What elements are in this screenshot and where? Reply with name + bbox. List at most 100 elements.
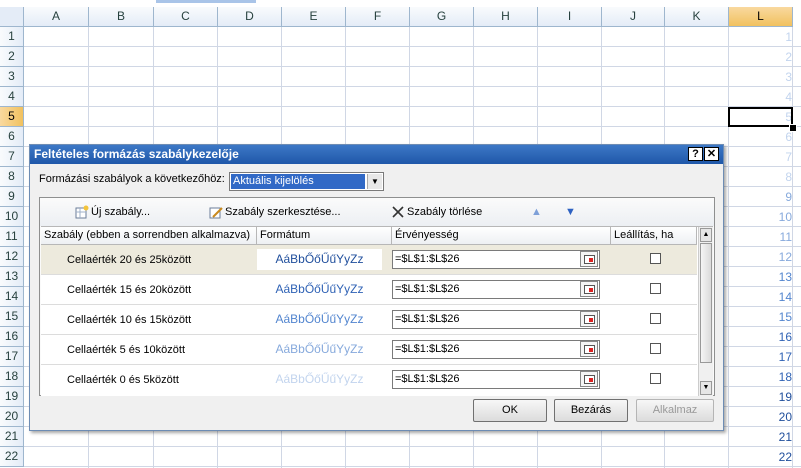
row-header-15[interactable]: 15 [0, 307, 24, 327]
column-header-c[interactable]: C [154, 7, 218, 27]
column-header-h[interactable]: H [474, 7, 538, 27]
stop-if-true-checkbox[interactable] [650, 313, 661, 324]
rules-scrollbar[interactable]: ▲ ▼ [698, 227, 713, 396]
header-rule[interactable]: Szabály (ebben a sorrendben alkalmazva) [41, 227, 257, 244]
cell-l15[interactable]: 15 [729, 307, 792, 327]
row-header-2[interactable]: 2 [0, 47, 24, 67]
row-header-5[interactable]: 5 [0, 107, 24, 127]
cell-l4[interactable]: 4 [729, 87, 792, 107]
applies-to-input[interactable]: =$L$1:$L$26 [392, 340, 600, 359]
column-header-a[interactable]: A [24, 7, 89, 27]
table-row[interactable]: Cellaérték 20 és 25között AáBbŐőŰűYyZz =… [41, 245, 697, 275]
column-header-i[interactable]: I [538, 7, 602, 27]
cell-l7[interactable]: 7 [729, 147, 792, 167]
cell-l21[interactable]: 21 [729, 427, 792, 447]
delete-rule-button[interactable]: Szabály törlése [391, 205, 482, 219]
row-header-19[interactable]: 19 [0, 387, 24, 407]
row-header-8[interactable]: 8 [0, 167, 24, 187]
header-applies-to[interactable]: Érvényesség [392, 227, 611, 244]
row-header-14[interactable]: 14 [0, 287, 24, 307]
active-cell[interactable] [728, 107, 793, 127]
table-row[interactable]: Cellaérték 15 és 20között AáBbŐőŰűYyZz =… [41, 275, 697, 305]
cell-l22[interactable]: 22 [729, 447, 792, 467]
cell-l19[interactable]: 19 [729, 387, 792, 407]
cell-l18[interactable]: 18 [729, 367, 792, 387]
stop-if-true-checkbox[interactable] [650, 373, 661, 384]
column-header-b[interactable]: B [89, 7, 154, 27]
new-rule-button[interactable]: Új szabály... [75, 205, 150, 219]
row-header-21[interactable]: 21 [0, 427, 24, 447]
row-header-13[interactable]: 13 [0, 267, 24, 287]
header-format[interactable]: Formátum [257, 227, 392, 244]
column-header-j[interactable]: J [602, 7, 665, 27]
range-picker-icon[interactable] [580, 341, 598, 357]
show-rules-for-select[interactable]: Aktuális kijelölés ▼ [229, 172, 384, 191]
range-picker-icon[interactable] [580, 281, 598, 297]
move-up-icon[interactable]: ▲ [531, 205, 542, 219]
row-header-17[interactable]: 17 [0, 347, 24, 367]
range-picker-icon[interactable] [580, 311, 598, 327]
row-header-18[interactable]: 18 [0, 367, 24, 387]
cell-l14[interactable]: 14 [729, 287, 792, 307]
range-picker-icon[interactable] [580, 251, 598, 267]
ribbon-edge [0, 0, 801, 7]
cell-l10[interactable]: 10 [729, 207, 792, 227]
stop-if-true-checkbox[interactable] [650, 283, 661, 294]
row-header-16[interactable]: 16 [0, 327, 24, 347]
select-all-corner[interactable] [0, 7, 24, 27]
applies-to-input[interactable]: =$L$1:$L$26 [392, 250, 600, 269]
header-stop-if-true[interactable]: Leállítás, ha igaz [611, 227, 697, 258]
row-header-10[interactable]: 10 [0, 207, 24, 227]
row-header-6[interactable]: 6 [0, 127, 24, 147]
cell-l1[interactable]: 1 [729, 27, 792, 47]
cell-l6[interactable]: 6 [729, 127, 792, 147]
column-header-f[interactable]: F [346, 7, 410, 27]
stop-if-true-checkbox[interactable] [650, 253, 661, 264]
column-header-d[interactable]: D [218, 7, 282, 27]
close-icon[interactable]: ✕ [704, 147, 719, 161]
edit-rule-button[interactable]: Szabály szerkesztése... [209, 205, 341, 219]
range-picker-icon[interactable] [580, 371, 598, 387]
cell-l17[interactable]: 17 [729, 347, 792, 367]
applies-to-input[interactable]: =$L$1:$L$26 [392, 370, 600, 389]
cell-l13[interactable]: 13 [729, 267, 792, 287]
table-row[interactable]: Cellaérték 5 és 10között AáBbŐőŰűYyZz =$… [41, 335, 697, 365]
column-header-l[interactable]: L [729, 7, 793, 27]
cell-l11[interactable]: 11 [729, 227, 792, 247]
chevron-down-icon[interactable]: ▼ [367, 174, 382, 189]
close-button[interactable]: Bezárás [554, 399, 628, 422]
cell-l8[interactable]: 8 [729, 167, 792, 187]
cell-l12[interactable]: 12 [729, 247, 792, 267]
cell-l9[interactable]: 9 [729, 187, 792, 207]
scroll-up-icon[interactable]: ▲ [700, 228, 712, 242]
row-header-3[interactable]: 3 [0, 67, 24, 87]
row-header-4[interactable]: 4 [0, 87, 24, 107]
cell-l3[interactable]: 3 [729, 67, 792, 87]
conditional-formatting-rules-manager: Feltételes formázás szabálykezelője ? ✕ … [29, 144, 724, 431]
cell-l16[interactable]: 16 [729, 327, 792, 347]
row-header-1[interactable]: 1 [0, 27, 24, 47]
row-header-12[interactable]: 12 [0, 247, 24, 267]
row-header-7[interactable]: 7 [0, 147, 24, 167]
apply-button[interactable]: Alkalmaz [636, 399, 714, 422]
table-row[interactable]: Cellaérték 10 és 15között AáBbŐőŰűYyZz =… [41, 305, 697, 335]
row-header-20[interactable]: 20 [0, 407, 24, 427]
row-header-11[interactable]: 11 [0, 227, 24, 247]
row-header-9[interactable]: 9 [0, 187, 24, 207]
applies-to-input[interactable]: =$L$1:$L$26 [392, 280, 600, 299]
stop-if-true-checkbox[interactable] [650, 343, 661, 354]
column-header-g[interactable]: G [410, 7, 474, 27]
move-down-icon[interactable]: ▼ [565, 205, 576, 219]
cell-l20[interactable]: 20 [729, 407, 792, 427]
ok-button[interactable]: OK [473, 399, 547, 422]
column-header-e[interactable]: E [282, 7, 346, 27]
fill-handle[interactable] [789, 124, 797, 132]
help-button[interactable]: ? [688, 147, 703, 161]
scroll-down-icon[interactable]: ▼ [700, 381, 712, 395]
column-header-k[interactable]: K [665, 7, 729, 27]
applies-to-input[interactable]: =$L$1:$L$26 [392, 310, 600, 329]
row-header-22[interactable]: 22 [0, 447, 24, 467]
table-row[interactable]: Cellaérték 0 és 5között AáBbŐőŰűYyZz =$L… [41, 365, 697, 395]
cell-l2[interactable]: 2 [729, 47, 792, 67]
scroll-thumb[interactable] [700, 243, 712, 363]
